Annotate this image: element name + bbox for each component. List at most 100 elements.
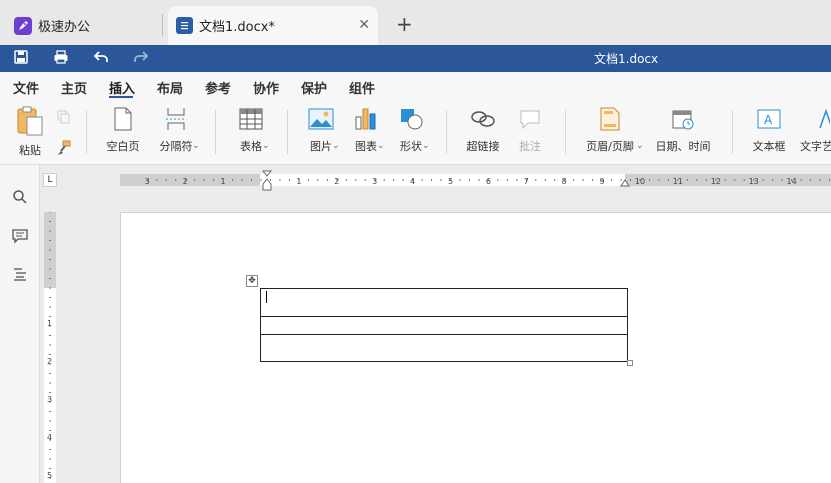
text-cursor [266,291,267,303]
left-panel [0,165,40,483]
comment-label: 批注 [519,140,541,153]
ruler-label: 2 [183,177,188,186]
textbox-button[interactable]: A 文本框 [751,100,787,160]
ruler-label: 14 [787,177,797,186]
document-icon [176,17,193,34]
close-icon[interactable]: ✕ [358,17,370,33]
redo-icon[interactable] [133,49,149,68]
ribbon-divider [446,110,447,154]
picture-dropdown-icon[interactable]: ⌄ [332,141,340,151]
ribbon-toolbar: 粘贴 空白页 分隔符 ⌄ 表格 ⌄ 图片 ⌄ 图表 ⌄ 形状 ⌄ 超链接 批注 … [0,100,831,165]
date-time-button[interactable]: 日期、时间 [655,100,711,160]
rocket-icon [14,16,32,35]
menu-references[interactable]: 参考 [205,78,231,97]
plus-icon[interactable]: + [396,12,413,36]
vertical-ruler-ticks: 1 2 3 4 5 [47,212,52,480]
navigation-icon[interactable] [12,266,28,285]
table-resize-handle[interactable] [627,360,633,366]
separator-dropdown-icon[interactable]: ⌄ [192,141,200,151]
shape-dropdown-icon[interactable]: ⌄ [422,141,430,151]
ruler-label: 3 [145,177,150,186]
picture-button[interactable]: 图片 [304,100,338,160]
tab-home[interactable]: 极速办公 [0,6,160,45]
textart-label: 文字艺 [800,140,831,153]
hyperlink-label: 超链接 [466,140,500,153]
ruler-label: 12 [711,177,721,186]
picture-label: 图片 [310,140,332,153]
indent-marker-icon[interactable] [261,170,273,195]
tab-document[interactable]: 文档1.docx* ✕ [168,6,378,45]
textart-icon [800,100,830,138]
table-icon [239,100,263,138]
print-icon[interactable] [53,49,69,68]
copy-icon[interactable] [57,110,71,127]
ribbon-divider [86,110,87,154]
paste-button[interactable]: 粘贴 [12,100,48,160]
textart-button[interactable]: 文字艺 [800,100,831,160]
table-button[interactable]: 表格 [234,100,268,160]
chart-button[interactable]: 图表 [349,100,383,160]
hyperlink-button[interactable]: 超链接 [464,100,502,160]
menu-components[interactable]: 组件 [349,78,375,97]
separator-button[interactable]: 分隔符 [153,100,199,160]
table-cell[interactable] [260,288,628,317]
paste-label: 粘贴 [19,144,41,157]
ribbon-divider [215,110,216,154]
table-dropdown-icon[interactable]: ⌄ [262,141,270,151]
menu-home[interactable]: 主页 [61,78,87,97]
menu-layout[interactable]: 布局 [157,78,183,97]
menu-insert[interactable]: 插入 [109,78,135,97]
shape-button[interactable]: 形状 [394,100,428,160]
document-table[interactable] [260,288,628,362]
table-row [260,288,628,317]
ruler-label: 7 [524,177,529,186]
chart-dropdown-icon[interactable]: ⌄ [377,141,385,151]
ruler-label: 1 [221,177,226,186]
title-bar: 文档1.docx [0,45,831,72]
tab-home-label: 极速办公 [38,20,91,35]
ribbon-divider [732,110,733,154]
blank-page-label: 空白页 [106,140,140,153]
calendar-icon [671,100,695,138]
ruler-label: 4 [410,177,415,186]
ruler-label: 8 [562,177,567,186]
ruler-ticks: 3 2 1 1 2 3 4 5 6 7 8 9 10 11 12 13 14 [145,177,830,186]
active-menu-indicator [109,96,133,98]
page-break-icon [165,100,187,138]
ruler-label: 4 [47,433,52,442]
date-time-label: 日期、时间 [655,140,711,153]
undo-icon[interactable] [93,49,109,68]
header-footer-button[interactable]: 页眉/页脚 [584,100,636,160]
tab-bar: 极速办公 文档1.docx* ✕ + [0,0,831,45]
ruler-label: 5 [448,177,453,186]
vertical-ruler[interactable]: 1 2 3 4 5 [44,212,56,483]
ruler-label: 1 [296,177,301,186]
separator-label: 分隔符 [159,140,193,153]
chart-icon [354,100,378,138]
table-cell[interactable] [260,316,628,335]
comment-button[interactable]: 批注 [514,100,546,160]
horizontal-ruler[interactable]: 3 2 1 1 2 3 4 5 6 7 8 9 10 11 12 13 14 [120,174,831,186]
ruler-label: 10 [635,177,645,186]
textbox-label: 文本框 [752,140,786,153]
shape-icon [398,100,424,138]
tab-document-label: 文档1.docx* [199,20,275,35]
blank-page-button[interactable]: 空白页 [104,100,142,160]
menu-collaborate[interactable]: 协作 [253,78,279,97]
ruler-label: 13 [749,177,759,186]
menu-protect[interactable]: 保护 [301,78,327,97]
chart-label: 图表 [355,140,377,153]
comments-icon[interactable] [12,228,28,247]
table-cell[interactable] [260,334,628,362]
table-row [260,334,628,362]
save-icon[interactable] [13,49,29,68]
menu-bar: 文件 主页 插入 布局 参考 协作 保护 组件 [0,72,831,100]
header-footer-dropdown-icon[interactable]: ⌄ [636,141,644,151]
table-move-icon[interactable]: ✥ [246,275,258,287]
right-indent-marker-icon[interactable] [620,176,630,191]
search-icon[interactable] [12,189,28,208]
menu-file[interactable]: 文件 [13,78,39,97]
tab-stop-selector[interactable]: L [43,173,57,187]
format-painter-icon[interactable] [56,140,72,159]
table-row [260,316,628,335]
